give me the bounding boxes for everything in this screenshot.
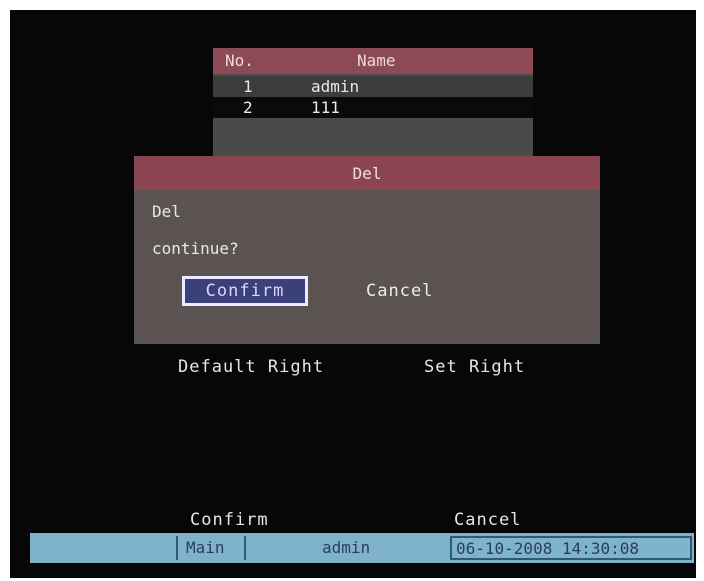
dialog-message: Del <box>152 202 181 221</box>
status-datetime: 06-10-2008 14:30:08 <box>456 539 640 558</box>
dialog-titlebar: Del <box>134 156 600 190</box>
table-row[interactable]: 1 admin <box>213 76 533 97</box>
table-row[interactable]: 2 111 <box>213 97 533 118</box>
row-username: admin <box>311 77 360 96</box>
dialog-confirm-button[interactable]: Confirm <box>182 276 308 306</box>
dialog-title: Del <box>352 164 382 183</box>
row-number: 1 <box>243 77 253 96</box>
status-datetime-box: 06-10-2008 14:30:08 <box>450 536 692 560</box>
cancel-button[interactable]: Cancel <box>454 510 521 530</box>
delete-dialog: Del Del continue? Confirm Cancel <box>134 156 600 344</box>
status-menu-label: Main <box>186 538 225 557</box>
dialog-cancel-button[interactable]: Cancel <box>366 281 433 301</box>
table-header: No. Name <box>213 48 533 74</box>
status-user-label: admin <box>322 538 371 557</box>
set-right-button[interactable]: Set Right <box>424 357 525 377</box>
dvr-screen: No. Name 1 admin 2 111 Del Del continue?… <box>10 10 696 578</box>
row-number: 2 <box>243 98 253 117</box>
status-divider <box>176 536 178 560</box>
confirm-button[interactable]: Confirm <box>190 510 269 530</box>
column-header-no: No. <box>225 51 254 70</box>
status-bar: Main admin 06-10-2008 14:30:08 <box>30 533 694 563</box>
default-right-button[interactable]: Default Right <box>178 357 324 377</box>
dialog-prompt: continue? <box>152 239 239 258</box>
user-table: No. Name 1 admin 2 111 <box>213 48 533 158</box>
row-username: 111 <box>311 98 340 117</box>
column-header-name: Name <box>357 51 396 70</box>
status-divider <box>244 536 246 560</box>
